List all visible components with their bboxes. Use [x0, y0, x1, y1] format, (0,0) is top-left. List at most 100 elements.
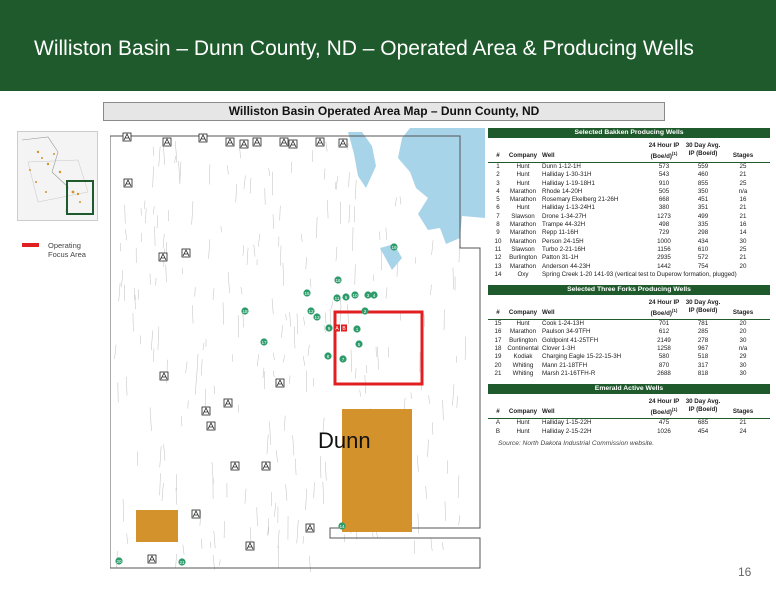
cell-company: Slawson [511, 212, 535, 220]
cell-num: 10 [494, 237, 502, 245]
cell-stages: 25 [739, 245, 747, 253]
cell-num: 9 [496, 229, 500, 237]
cell-well: Marsh 21-16TFH-R [542, 369, 596, 377]
cell-num: 17 [494, 336, 502, 344]
cell-stages: 24 [739, 427, 747, 435]
cell-avg-ip: 285 [697, 328, 709, 336]
cell-num: 4 [496, 187, 500, 195]
cell-stages: 20 [739, 262, 747, 270]
table-row: 20 Whiting Mann 21-18TFH 870 317 30 [488, 362, 770, 370]
table-row: 4 Marathon Rhode 14-20H 505 350 n/a [488, 188, 770, 196]
cell-stages: 30 [739, 336, 747, 344]
col-num: # [496, 152, 500, 159]
drilling-rig-icon [181, 248, 191, 258]
col-ip: 24 Hour IP (Boe/d)(1) [648, 299, 680, 318]
cell-well: Mann 21-18TFH [542, 361, 588, 369]
cell-num: 21 [494, 369, 502, 377]
cell-well: Halliday 1-15-22H [542, 419, 592, 427]
cell-avg-ip: 754 [697, 262, 709, 270]
cell-well: Halliday 2-15-22H [542, 427, 592, 435]
cell-num: 15 [494, 320, 502, 328]
cell-avg-ip: 278 [697, 336, 709, 344]
cell-well: Halliday 1-30-31H [542, 171, 592, 179]
overview-inset-map [17, 131, 98, 221]
col-avg-ip: 30 Day Avg. IP (Boe/d) [685, 142, 721, 157]
drilling-rig-icon [279, 137, 289, 147]
cell-stages: 30 [739, 361, 747, 369]
drilling-rig-icon [315, 137, 325, 147]
cell-avg-ip: 434 [697, 237, 709, 245]
producing-well-label: 7 [342, 357, 345, 362]
cell-num: A [495, 419, 501, 427]
cell-well: Goldpoint 41-25TFH [542, 336, 599, 344]
col-avg-ip: 30 Day Avg. IP (Boe/d) [685, 398, 721, 414]
cell-avg-ip: 317 [697, 361, 709, 369]
cell-company: Marathon [509, 221, 537, 229]
cell-well: Dunn 1-12-1H [542, 163, 581, 170]
overview-map-graphic [18, 132, 97, 220]
drilling-rig-icon [305, 523, 315, 533]
cell-ip: 870 [658, 361, 670, 369]
cell-company: Burlington [509, 336, 537, 344]
cell-stages: 30 [739, 369, 747, 377]
drilling-rig-icon [225, 137, 235, 147]
drilling-rig-icon [201, 406, 211, 416]
cell-num: 3 [496, 179, 500, 187]
col-ip: 24 Hour IP (Boe/d)(1) [648, 398, 680, 417]
cell-avg-ip: 610 [697, 245, 709, 253]
cell-company: Burlington [509, 254, 537, 262]
cell-num: 6 [496, 204, 500, 212]
cell-company: Marathon [509, 187, 537, 195]
drilling-rig-icon [191, 509, 201, 519]
col-stages: Stages [732, 408, 754, 416]
table-row: 12 Burlington Patton 31-1H 2935 572 21 [488, 254, 770, 262]
col-ip-footnote: (1) [671, 308, 678, 314]
cell-ip: 573 [658, 163, 670, 170]
cell-stages: 20 [739, 328, 747, 336]
cell-ip: 2149 [657, 336, 671, 344]
cell-avg-ip: 350 [697, 187, 709, 195]
cell-num: B [495, 427, 501, 435]
cell-well: Patton 31-1H [542, 254, 579, 262]
legend-label: Operating Focus Area [48, 241, 86, 259]
cell-stages: 25 [739, 163, 747, 170]
cell-ip: 2688 [657, 369, 671, 377]
table-row: 11 Slawson Turbo 2-21-16H 1156 610 25 [488, 246, 770, 254]
cell-num: 7 [496, 212, 500, 220]
cell-stages: 16 [739, 196, 747, 204]
table-row: 6 Hunt Halliday 1-13-24H1 380 351 21 [488, 204, 770, 212]
cell-ip: 729 [658, 229, 670, 237]
table-row: 7 Slawson Drone 1-34-27H 1273 499 21 [488, 213, 770, 221]
producing-well-label: 6 [345, 295, 348, 300]
cell-company: Whiting [512, 361, 534, 369]
cell-num: 12 [494, 254, 502, 262]
producing-well-label: 2 [364, 309, 367, 314]
cell-company: Marathon [509, 196, 537, 204]
producing-well-label: 13 [314, 315, 320, 320]
table-row: 21 Whiting Marsh 21-16TFH-R 2688 818 30 [488, 370, 770, 378]
cell-num: 20 [494, 361, 502, 369]
cell-avg-ip: 855 [697, 179, 709, 187]
table-row: 3 Hunt Halliday 1-19-18H1 910 855 25 [488, 180, 770, 188]
producing-well-label: 11 [335, 296, 340, 301]
drilling-rig-icon [252, 137, 262, 147]
cell-num: 11 [494, 245, 502, 253]
cell-stages: 21 [739, 419, 747, 427]
map-graphic: Dunn 123 4567891011121314151617181920 21A B [109, 128, 485, 574]
cell-well: Spring Creek 1-20 141-93 (vertical test … [542, 270, 737, 278]
table-title: Selected Three Forks Producing Wells [488, 285, 770, 296]
cell-ip: 2935 [657, 254, 671, 262]
cell-company: Kodiak [513, 353, 533, 361]
cell-ip: 1273 [657, 212, 671, 220]
producing-well-label: 18 [242, 309, 248, 314]
cell-num: 8 [496, 221, 500, 229]
table-row: B Hunt Halliday 2-15-22H 1026 454 24 [488, 428, 770, 436]
cell-company: Hunt [516, 171, 530, 179]
col-well: Well [542, 408, 555, 416]
col-company: Company [508, 408, 538, 416]
producing-well-label: 3 [367, 293, 370, 298]
cell-company: Marathon [509, 237, 537, 245]
page-number: 16 [738, 565, 752, 579]
drilling-rig-icon [239, 139, 249, 149]
cell-company: Hunt [516, 427, 530, 435]
